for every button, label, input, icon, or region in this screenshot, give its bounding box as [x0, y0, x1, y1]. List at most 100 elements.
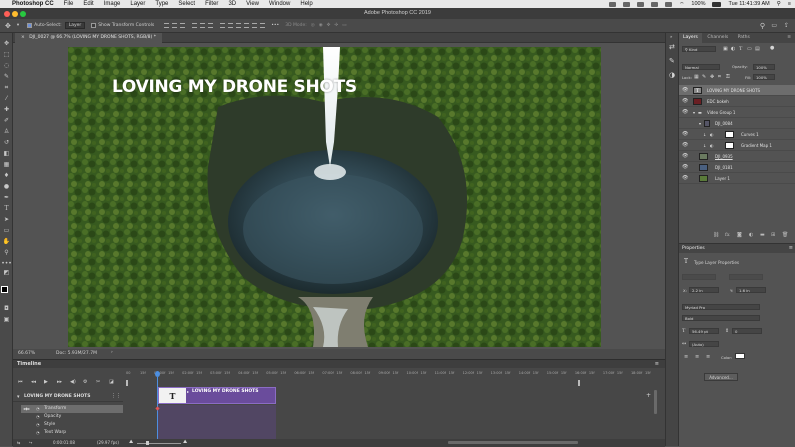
align-right-icon[interactable]: ≡: [706, 354, 710, 360]
crop-tool-icon[interactable]: ⌗: [0, 82, 13, 93]
eraser-tool-icon[interactable]: ◧: [0, 148, 13, 159]
eyedropper-tool-icon[interactable]: ⁄: [0, 93, 13, 104]
dodge-tool-icon[interactable]: ●: [0, 181, 13, 192]
menu-window[interactable]: Window: [269, 1, 290, 7]
3d-orbit-icon[interactable]: ◎: [311, 23, 315, 28]
previous-frame-button[interactable]: ◂◂: [31, 379, 36, 385]
brush-settings-icon[interactable]: ✎: [669, 57, 675, 65]
status-icon[interactable]: [665, 1, 673, 7]
distribute-hcenter-icon[interactable]: [252, 23, 258, 28]
visibility-eye-icon[interactable]: 👁: [682, 107, 688, 118]
timeline-ruler[interactable]: 0015f01:00f15f02:00f15f03:00f15f04:00f15…: [126, 371, 659, 378]
menu-help[interactable]: Help: [300, 1, 312, 7]
lock-position-icon[interactable]: ✥: [710, 74, 714, 80]
align-hcenter-icon[interactable]: [200, 23, 206, 28]
text-clip[interactable]: T LOVING MY DRONE SHOTS ▸: [158, 387, 276, 404]
split-at-playhead-button[interactable]: ✂: [96, 379, 100, 385]
fill-field[interactable]: 100%: [753, 74, 775, 80]
distribute-vcenter-icon[interactable]: [228, 23, 234, 28]
close-tab-icon[interactable]: ×: [21, 35, 25, 40]
panel-collapse-icon[interactable]: »: [670, 34, 672, 39]
align-top-icon[interactable]: [164, 23, 170, 28]
path-select-tool-icon[interactable]: ➤: [0, 214, 13, 225]
foreground-color-swatch[interactable]: [1, 286, 8, 293]
headline-text-layer[interactable]: LOVING MY DRONE SHOTS: [112, 77, 357, 97]
filter-type-icon[interactable]: T: [739, 46, 742, 52]
auto-select-target-dropdown[interactable]: Layer: [64, 22, 86, 29]
pen-tool-icon[interactable]: ✒: [0, 192, 13, 203]
play-button[interactable]: ▶: [44, 379, 48, 385]
share-icon[interactable]: ⇪: [784, 22, 789, 29]
property-opacity[interactable]: ◔ Opacity: [21, 413, 123, 421]
spotlight-icon[interactable]: ⚲: [777, 1, 781, 7]
3d-scale-icon[interactable]: ▭: [342, 23, 346, 28]
layer-style-icon[interactable]: fx: [725, 232, 730, 238]
menu-3d[interactable]: 3D: [228, 1, 236, 7]
filter-shape-icon[interactable]: ▭: [747, 46, 752, 52]
menu-image[interactable]: Image: [104, 1, 121, 7]
work-area-end-handle[interactable]: [578, 380, 580, 386]
menu-edit[interactable]: Edit: [83, 1, 93, 7]
panel-menu-icon[interactable]: ≡: [655, 360, 659, 368]
keyframe-nav-icon[interactable]: ◂◆▸: [23, 406, 30, 411]
type-tool-icon[interactable]: T: [0, 203, 13, 214]
battery-icon[interactable]: [712, 1, 722, 7]
3d-roll-icon[interactable]: ◉: [319, 23, 323, 28]
delete-layer-icon[interactable]: 🗑: [782, 232, 788, 238]
layer-row[interactable]: 👁 ↓ ◐ Gradient Map 1: [679, 140, 795, 151]
layer-row[interactable]: 👁 T LOVING MY DRONE SHOTS: [679, 85, 795, 96]
track-expand-icon[interactable]: ▾: [17, 394, 20, 400]
add-track-icon[interactable]: +: [646, 392, 651, 399]
dropbox-icon[interactable]: [609, 1, 617, 7]
brush-tool-icon[interactable]: ✐: [0, 115, 13, 126]
transition-button[interactable]: ◪: [109, 379, 114, 385]
status-icon[interactable]: [651, 1, 659, 7]
clock[interactable]: Tue 11:41:39 AM: [728, 1, 769, 7]
lock-transparent-icon[interactable]: ▦: [694, 74, 699, 80]
move-tool-icon[interactable]: ✥: [5, 22, 11, 30]
advanced-button[interactable]: Advanced...: [704, 373, 738, 381]
lock-image-icon[interactable]: ✎: [702, 74, 706, 80]
distribute-bottom-icon[interactable]: [236, 23, 242, 28]
new-layer-icon[interactable]: ⊞: [771, 232, 775, 238]
status-icon[interactable]: [637, 1, 645, 7]
align-vcenter-icon[interactable]: [172, 23, 178, 28]
work-area-start-handle[interactable]: [126, 380, 128, 386]
layer-row[interactable]: 👁 ▾ ▬ Video Group 1: [679, 107, 795, 118]
blend-mode-dropdown[interactable]: Normal: [682, 64, 720, 70]
align-center-icon[interactable]: ≡: [695, 354, 699, 360]
filter-adjustment-icon[interactable]: ◐: [731, 46, 735, 52]
layer-row[interactable]: 👁 ↓ ◐ Curves 1: [679, 129, 795, 140]
canvas-area[interactable]: LOVING MY DRONE SHOTS: [13, 43, 665, 349]
new-group-icon[interactable]: ▬: [760, 232, 765, 238]
next-frame-button[interactable]: ▸▸: [57, 379, 62, 385]
healing-brush-tool-icon[interactable]: ✚: [0, 104, 13, 115]
history-brush-tool-icon[interactable]: ↺: [0, 137, 13, 148]
zoom-slider-thumb[interactable]: [146, 441, 149, 445]
horizontal-scrollbar[interactable]: [448, 441, 578, 444]
font-family-dropdown[interactable]: Myriad Pro: [682, 304, 760, 310]
menu-file[interactable]: File: [64, 1, 74, 7]
layer-row[interactable]: 👁 EDC bokeh: [679, 96, 795, 107]
zoom-out-icon[interactable]: ⛰: [129, 439, 133, 445]
x-field[interactable]: 2.2 in: [689, 287, 719, 293]
zoom-level[interactable]: 66.67%: [18, 351, 35, 356]
auto-select-checkbox[interactable]: [27, 23, 33, 28]
filter-pixel-icon[interactable]: ▣: [723, 46, 728, 52]
visibility-eye-icon[interactable]: 👁: [682, 129, 688, 140]
font-size-field[interactable]: 56.49 pt: [689, 328, 719, 334]
group-expand-icon[interactable]: ▾: [693, 107, 695, 118]
group-expand-icon[interactable]: ▾: [699, 118, 701, 129]
menu-filter[interactable]: Filter: [205, 1, 218, 7]
menu-view[interactable]: View: [246, 1, 259, 7]
lasso-tool-icon[interactable]: ◌: [0, 60, 13, 71]
stopwatch-icon[interactable]: ◔: [36, 414, 40, 419]
gradient-tool-icon[interactable]: ▦: [0, 159, 13, 170]
menu-select[interactable]: Select: [178, 1, 195, 7]
search-icon[interactable]: ⚲: [760, 22, 765, 30]
tracking-dropdown[interactable]: (Auto): [689, 341, 719, 347]
marquee-tool-icon[interactable]: ⬚: [0, 49, 13, 60]
menu-layer[interactable]: Layer: [130, 1, 145, 7]
add-mask-icon[interactable]: ◙: [737, 232, 742, 238]
quick-select-tool-icon[interactable]: ✎: [0, 71, 13, 82]
